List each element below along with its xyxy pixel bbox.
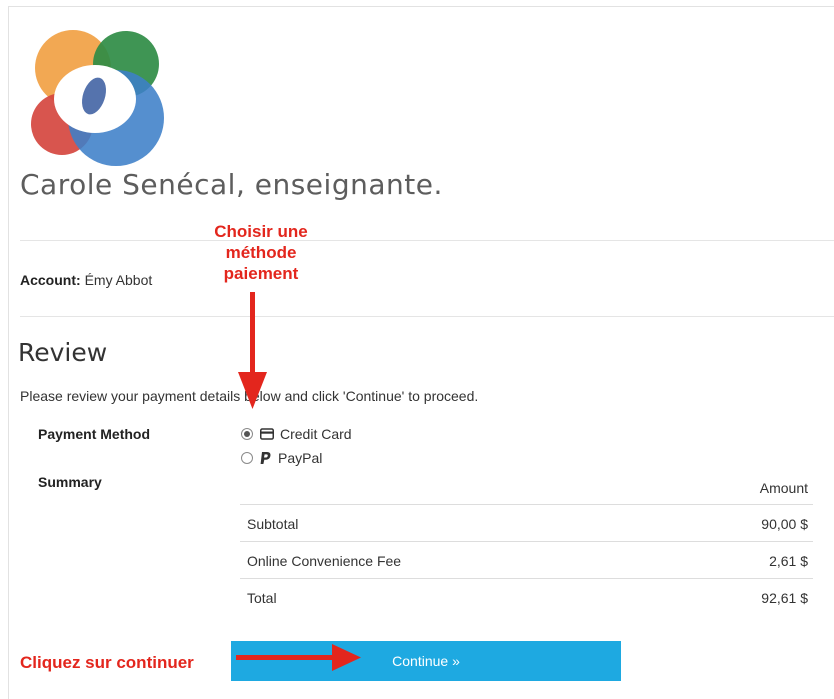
annotation-arrows — [236, 292, 361, 671]
right-arrow-icon — [236, 644, 361, 671]
down-arrow-icon — [238, 292, 267, 409]
